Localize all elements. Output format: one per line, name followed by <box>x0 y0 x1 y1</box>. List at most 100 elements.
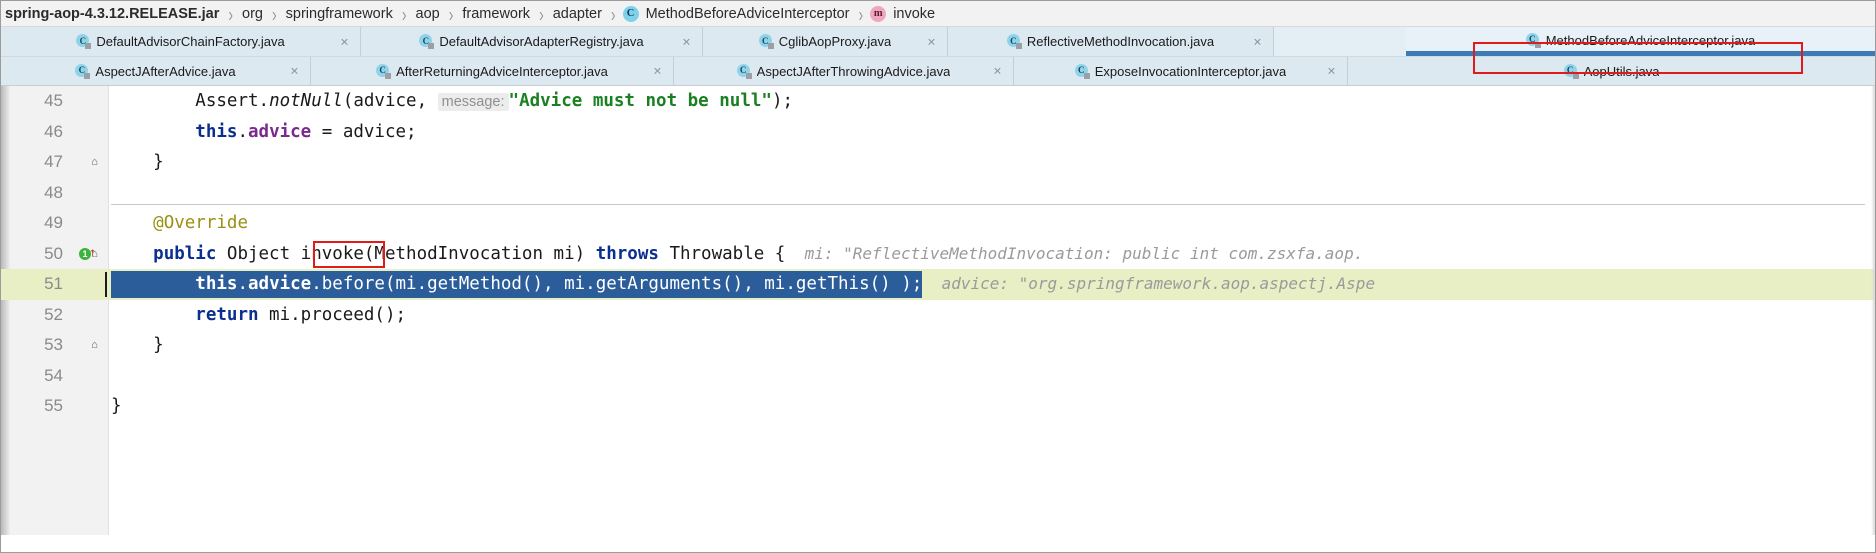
code-line[interactable]: 55 } <box>1 391 1875 422</box>
breadcrumb-separator-icon: › <box>401 1 407 26</box>
java-class-icon: C <box>76 34 92 49</box>
tab-CglibAopProxy[interactable]: C CglibAopProxy.java × <box>703 27 948 56</box>
code-line[interactable]: 53 ⌂ } <box>1 330 1875 361</box>
tab-AfterReturningAdviceInterceptor[interactable]: C AfterReturningAdviceInterceptor.java × <box>311 57 674 85</box>
code-line[interactable]: 45 Assert.notNull(advice, message: "Advic… <box>1 86 1875 117</box>
tab-close-icon[interactable]: × <box>651 64 664 78</box>
icon-corner <box>85 43 92 49</box>
icon-corner <box>84 72 91 79</box>
tab-AspectJAfterThrowingAdvice[interactable]: C AspectJAfterThrowingAdvice.java × <box>674 57 1014 85</box>
breadcrumb-item-framework[interactable]: framework <box>460 6 532 22</box>
line-number: 53 <box>44 335 63 355</box>
tab-close-icon[interactable]: × <box>288 64 301 78</box>
token-object: Object <box>216 243 301 264</box>
code-line[interactable]: 52 return mi.proceed(); <box>1 300 1875 331</box>
token-dot: . <box>237 121 248 142</box>
tab-ExposeInvocationInterceptor[interactable]: C ExposeInvocationInterceptor.java × <box>1014 57 1348 85</box>
token-return: return <box>195 304 259 325</box>
code-line-selected[interactable]: 51 this.advice.before(mi.getMethod(), mi… <box>1 269 1875 300</box>
tab-label: CglibAopProxy.java <box>778 34 892 49</box>
tab-AspectJAfterAdvice[interactable]: C AspectJAfterAdvice.java × <box>1 57 311 85</box>
java-class-icon: C <box>1563 63 1579 79</box>
breadcrumb-item-springframework[interactable]: springframework <box>284 6 395 22</box>
java-class-icon: C <box>376 63 392 79</box>
fold-marker-icon[interactable]: ⌂ <box>89 156 100 167</box>
code-lines: 45 Assert.notNull(advice, message: "Advic… <box>1 86 1875 535</box>
breadcrumb-item-jar[interactable]: spring-aop-4.3.12.RELEASE.jar <box>3 6 221 22</box>
line-content: public Object invoke(MethodInvocation mi… <box>111 244 1875 264</box>
tab-label: AfterReturningAdviceInterceptor.java <box>396 63 608 79</box>
tab-MethodBeforeAdviceInterceptor[interactable]: C MethodBeforeAdviceInterceptor.java <box>1406 27 1875 56</box>
editor-right-shadow <box>1871 86 1875 535</box>
breadcrumb-item-aop[interactable]: aop <box>414 6 442 22</box>
code-line[interactable]: 49 @Override <box>1 208 1875 239</box>
breadcrumb-label: invoke <box>893 5 936 22</box>
line-content: Assert.notNull(advice, message: "Advice m… <box>111 91 1875 112</box>
code-line[interactable]: 54 <box>1 361 1875 392</box>
fold-marker-icon[interactable]: ⌂ <box>89 339 100 350</box>
line-number: 49 <box>44 213 63 233</box>
icon-corner <box>1572 72 1579 79</box>
code-line[interactable]: 47 ⌂ } <box>1 147 1875 178</box>
token-tail: Throwable { <box>658 243 786 264</box>
code-editor[interactable]: 45 Assert.notNull(advice, message: "Advic… <box>1 86 1875 535</box>
tab-close-icon[interactable]: × <box>1251 34 1264 48</box>
token-open-paren: (advice, <box>342 91 438 112</box>
token-brace: } <box>111 335 164 356</box>
token-throws: throws <box>595 243 659 264</box>
line-content: this.advice = advice; <box>111 122 1875 142</box>
line-number: 47 <box>44 152 63 172</box>
token-public: public <box>153 243 217 264</box>
code-line[interactable]: 46 this.advice = advice; <box>1 117 1875 148</box>
tab-label: DefaultAdvisorAdapterRegistry.java <box>439 34 644 49</box>
token-field-advice: advice <box>248 121 312 142</box>
token-close: ); <box>771 91 794 112</box>
breadcrumb-item-method[interactable]: m invoke <box>870 5 937 22</box>
inlay-hint-label-advice: advice: <box>941 273 1010 293</box>
breadcrumb-item-org[interactable]: org <box>240 6 265 22</box>
tab-close-icon[interactable]: × <box>925 34 938 48</box>
tab-label: MethodBeforeAdviceInterceptor.java <box>1545 32 1756 48</box>
breadcrumb-separator-icon: › <box>448 1 454 26</box>
java-class-icon: C <box>1006 34 1022 49</box>
token-this: this <box>195 273 238 294</box>
tab-close-icon[interactable]: × <box>1325 64 1338 78</box>
breadcrumb-item-class[interactable]: C MethodBeforeAdviceInterceptor <box>622 5 852 22</box>
tab-row-1: C DefaultAdvisorChainFactory.java × C De… <box>1 27 1875 56</box>
line-number: 55 <box>44 396 63 416</box>
java-class-icon: C <box>736 63 752 79</box>
fold-marker-icon[interactable]: ⌂ <box>89 248 100 259</box>
tab-label: AspectJAfterAdvice.java <box>95 63 236 79</box>
tab-label: ExposeInvocationInterceptor.java <box>1094 63 1287 79</box>
line-number: 51 <box>44 274 63 294</box>
java-class-icon: C <box>419 34 435 49</box>
tab-ReflectiveMethodInvocation[interactable]: C ReflectiveMethodInvocation.java × <box>948 27 1274 56</box>
token-rest: .before(mi.getMethod(), mi.getArguments(… <box>311 273 923 294</box>
java-class-icon: C <box>1074 63 1090 79</box>
tab-close-icon[interactable]: × <box>680 34 693 48</box>
line-content: } <box>111 396 1875 416</box>
token-rest: mi.proceed(); <box>258 304 407 325</box>
method-separator <box>111 203 1865 205</box>
method-icon: m <box>870 5 887 22</box>
token-brace: } <box>111 152 164 173</box>
ide-window: spring-aop-4.3.12.RELEASE.jar › org › sp… <box>0 0 1876 553</box>
line-content: return mi.proceed(); <box>111 305 1875 325</box>
code-line[interactable]: 50 1 ↑ ⌂ public Object invoke(MethodInvo… <box>1 239 1875 270</box>
line-content: } <box>111 152 1875 172</box>
breadcrumb-item-adapter[interactable]: adapter <box>551 6 604 22</box>
token-string: "Advice must not be null" <box>508 91 772 112</box>
tab-AopUtils[interactable]: C AopUtils.java <box>1348 57 1875 85</box>
tab-close-icon[interactable]: × <box>991 64 1004 78</box>
java-class-icon: C <box>1525 32 1541 48</box>
tab-close-icon[interactable]: × <box>338 34 351 48</box>
code-line[interactable]: 48 <box>1 178 1875 209</box>
tab-DefaultAdvisorAdapterRegistry[interactable]: C DefaultAdvisorAdapterRegistry.java × <box>361 27 703 56</box>
breadcrumb-separator-icon: › <box>228 1 234 26</box>
tab-DefaultAdvisorChainFactory[interactable]: C DefaultAdvisorChainFactory.java × <box>1 27 361 56</box>
tab-label: ReflectiveMethodInvocation.java <box>1026 34 1215 49</box>
breadcrumb-label: MethodBeforeAdviceInterceptor <box>645 5 850 22</box>
